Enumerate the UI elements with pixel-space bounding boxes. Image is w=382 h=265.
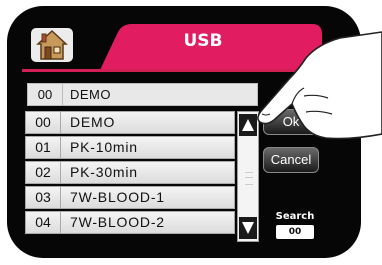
list-item[interactable]: 00 DEMO	[25, 111, 235, 134]
list-item-number: 04	[26, 212, 61, 233]
list-item[interactable]: 02 PK-30min	[25, 161, 235, 184]
cancel-button[interactable]: Cancel	[263, 147, 319, 173]
list-item-name: 7W-BLOOD-1	[70, 189, 165, 205]
list-item-name: 7W-BLOOD-2	[70, 214, 165, 230]
tab-underline	[22, 69, 322, 72]
selected-file-name: DEMO	[70, 87, 111, 102]
home-button[interactable]	[31, 28, 73, 62]
scroll-thumb[interactable]	[245, 172, 253, 185]
list-item-number: 00	[26, 112, 61, 133]
home-icon	[36, 29, 68, 60]
scroll-down-button[interactable]	[239, 217, 257, 239]
list-item-number: 02	[26, 162, 61, 183]
triangle-down-icon	[242, 222, 254, 234]
list-item-number: 03	[26, 187, 61, 208]
selected-file-number: 00	[28, 84, 63, 105]
search-label: Search	[275, 211, 315, 222]
selected-file-display: 00 DEMO	[27, 83, 258, 106]
search-input[interactable]: 00	[276, 225, 314, 239]
list-item[interactable]: 04 7W-BLOOD-2	[25, 211, 235, 234]
list-item-name: PK-30min	[70, 164, 138, 180]
list-item-name: DEMO	[70, 114, 116, 130]
list-item-name: PK-10min	[70, 139, 138, 155]
tab-usb-label: USB	[183, 31, 223, 51]
scrollbar[interactable]	[237, 111, 259, 242]
scroll-up-button[interactable]	[239, 114, 257, 136]
triangle-up-icon	[242, 119, 254, 131]
list-item-number: 01	[26, 137, 61, 158]
list-item[interactable]: 01 PK-10min	[25, 136, 235, 159]
list-item[interactable]: 03 7W-BLOOD-1	[25, 186, 235, 209]
file-list: 00 DEMO 01 PK-10min 02 PK-30min 03 7W-BL…	[25, 111, 235, 241]
ok-button[interactable]: Ok	[263, 109, 319, 135]
